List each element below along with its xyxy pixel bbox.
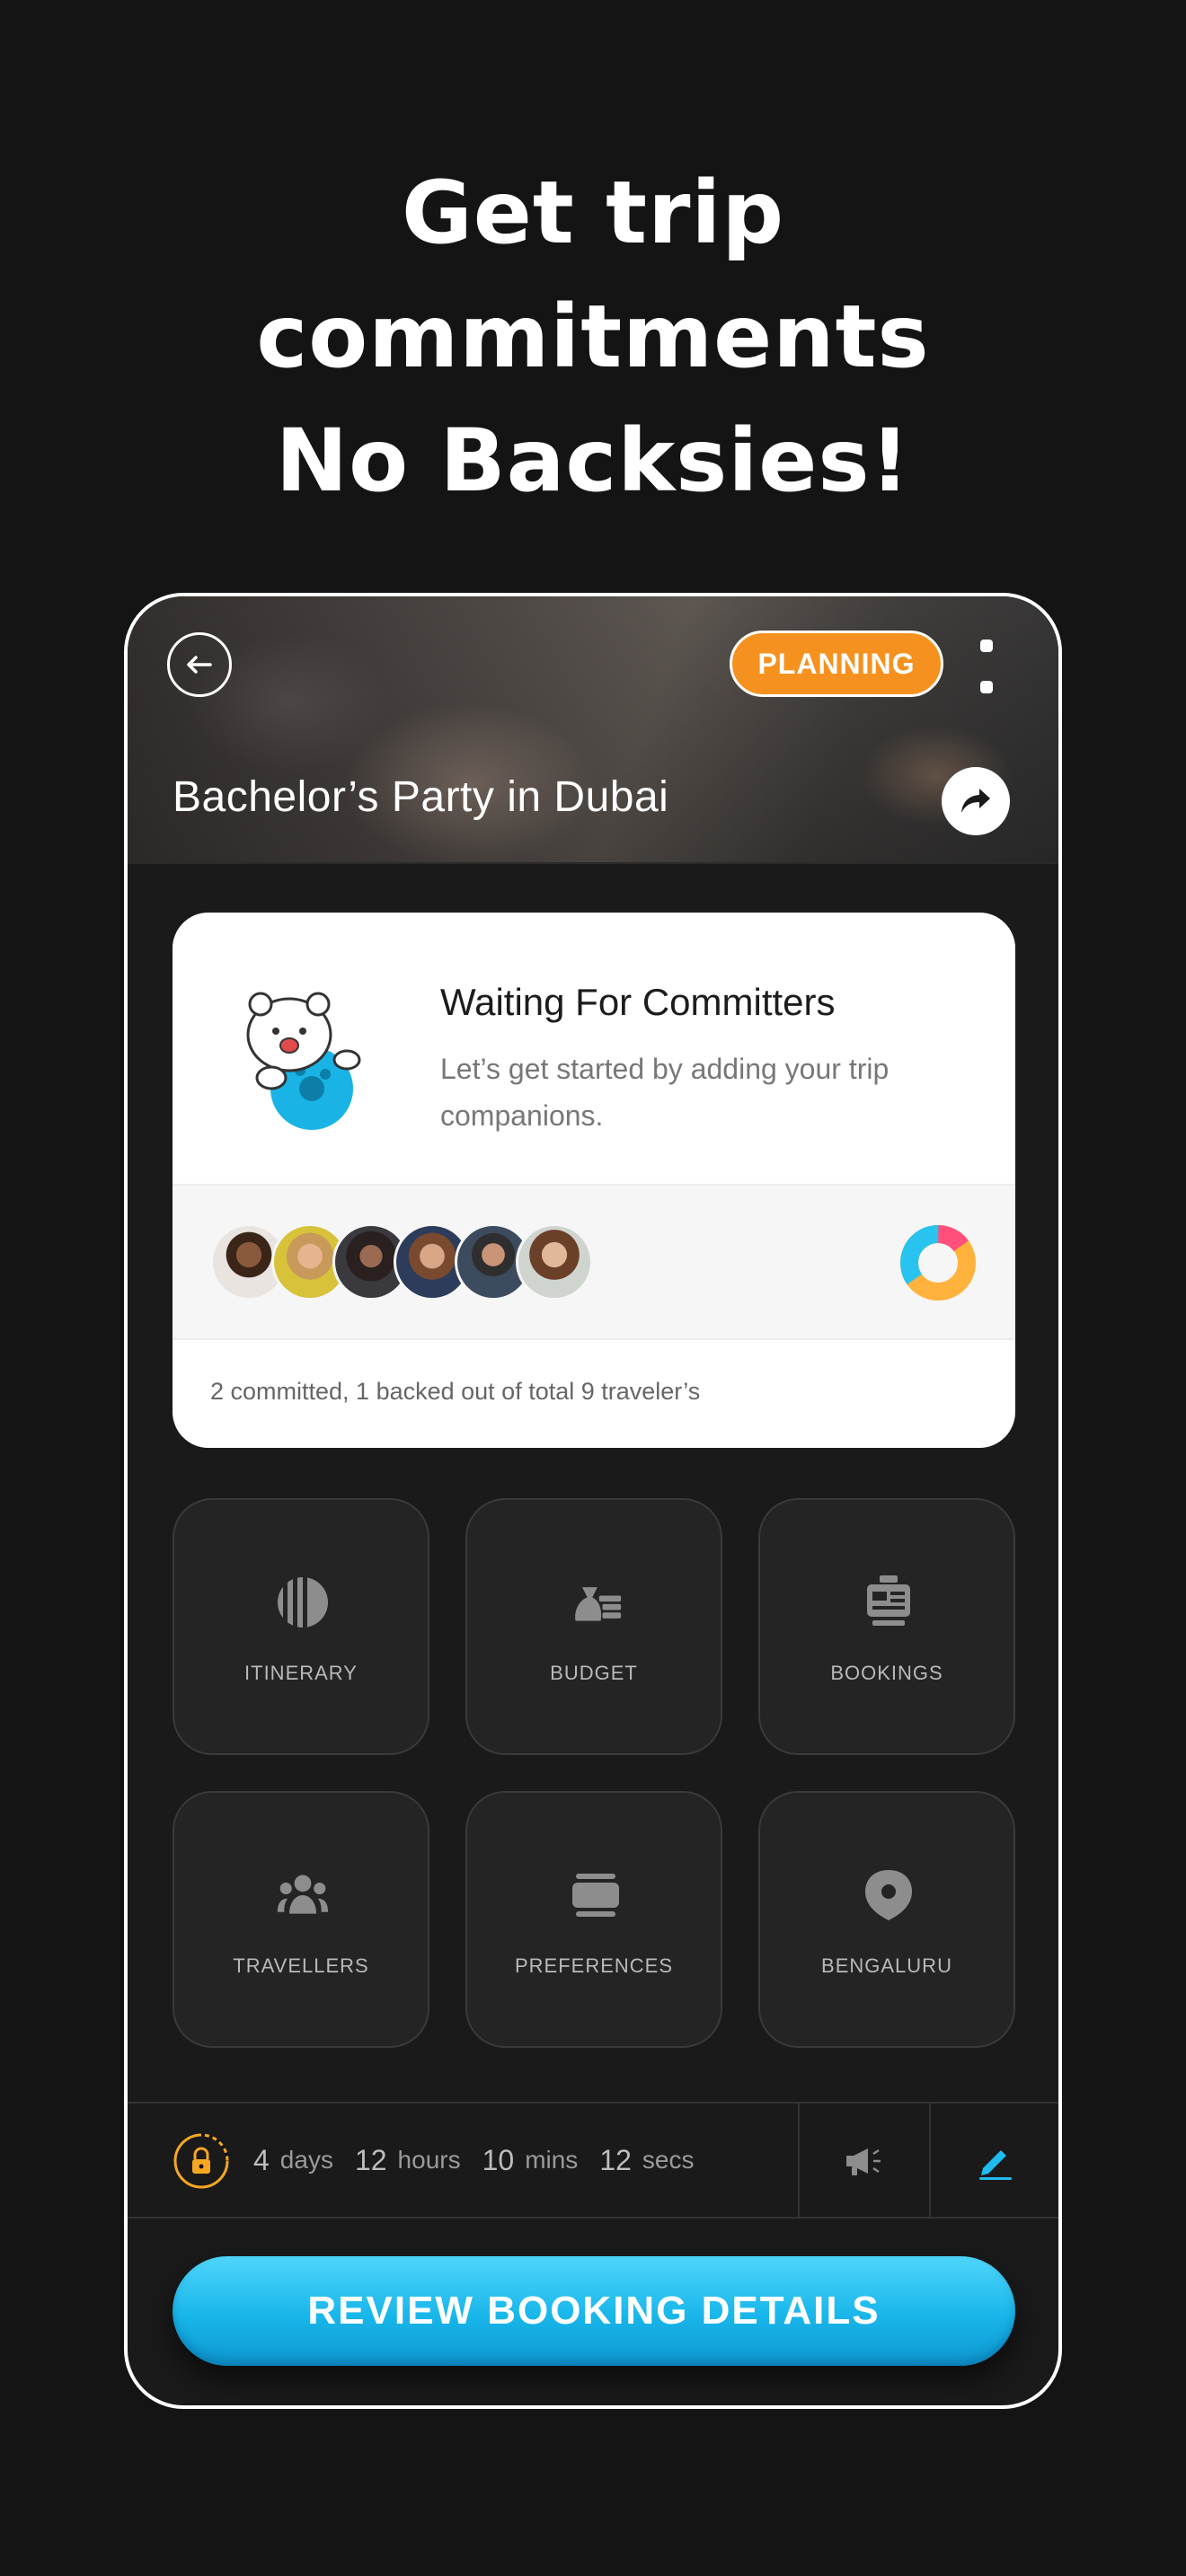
countdown-timer: 4 days 12 hours 10 mins 12 secs	[253, 2104, 715, 2217]
itinerary-icon	[276, 1575, 330, 1629]
status-badge: PLANNING	[730, 631, 943, 697]
share-icon	[961, 789, 990, 813]
share-button[interactable]	[942, 767, 1010, 835]
promo-headline: Get trip commitments No Backsies!	[0, 151, 1186, 523]
headline-line-2: commitments	[256, 287, 930, 387]
countdown-secs: 12	[599, 2143, 632, 2176]
countdown-bar: 4 days 12 hours 10 mins 12 secs	[128, 2102, 1058, 2219]
countdown-secs-label: secs	[642, 2146, 695, 2174]
commitment-summary: 2 committed, 1 backed out of total 9 tra…	[210, 1378, 701, 1405]
tile-label: PREFERENCES	[514, 1954, 674, 1977]
divider	[929, 2104, 931, 2217]
announce-button[interactable]	[837, 2136, 891, 2186]
tile-label: BOOKINGS	[830, 1662, 943, 1684]
card-title: Waiting For Committers	[440, 981, 836, 1023]
countdown-hours-label: hours	[397, 2146, 461, 2174]
countdown-mins: 10	[482, 2143, 515, 2176]
trip-header: PLANNING Bachelor’s Party in Dubai	[128, 596, 1058, 864]
location-icon	[862, 1868, 916, 1922]
preferences-icon	[569, 1868, 623, 1922]
megaphone-icon	[846, 2148, 881, 2175]
tile-label: BENGALURU	[821, 1954, 952, 1977]
review-booking-button[interactable]: REVIEW BOOKING DETAILS	[173, 2256, 1015, 2366]
countdown-days: 4	[253, 2143, 270, 2176]
travellers-row[interactable]	[173, 1186, 1015, 1340]
travellers-icon	[276, 1868, 330, 1922]
countdown-days-label: days	[279, 2146, 333, 2174]
countdown-mins-label: mins	[525, 2146, 579, 2174]
headline-line-3: No Backsies!	[275, 410, 911, 511]
avatar	[516, 1223, 593, 1301]
commitment-card-header: Waiting For Committers Let’s get started…	[173, 913, 1015, 1186]
bookings-icon	[862, 1575, 916, 1629]
budget-icon	[569, 1575, 623, 1629]
card-description: Let’s get started by adding your trip co…	[440, 1053, 890, 1132]
commitment-card: Waiting For Committers Let’s get started…	[173, 913, 1015, 1448]
commitment-donut-chart	[900, 1225, 976, 1301]
tile-travellers[interactable]: TRAVELLERS	[173, 1791, 429, 2048]
arrow-left-icon	[187, 656, 212, 674]
trip-title: Bachelor’s Party in Dubai	[173, 773, 669, 821]
tile-label: ITINERARY	[244, 1662, 358, 1684]
phone-frame: PLANNING Bachelor’s Party in Dubai Waiti…	[124, 593, 1062, 2409]
divider	[798, 2104, 800, 2217]
edit-button[interactable]	[969, 2134, 1022, 2188]
headline-line-1: Get trip	[401, 163, 785, 263]
tile-label: TRAVELLERS	[233, 1954, 369, 1977]
pencil-icon	[979, 2150, 1012, 2180]
tile-location[interactable]: BENGALURU	[758, 1791, 1015, 2048]
back-button[interactable]	[167, 632, 232, 697]
lock-icon	[173, 2133, 229, 2189]
bear-mascot-icon	[246, 992, 361, 1130]
tile-label: BUDGET	[550, 1662, 638, 1684]
more-options-icon[interactable]	[976, 640, 997, 693]
countdown-hours: 12	[354, 2143, 387, 2176]
tile-bookings[interactable]: BOOKINGS	[758, 1498, 1015, 1755]
tile-budget[interactable]: BUDGET	[465, 1498, 722, 1755]
tile-itinerary[interactable]: ITINERARY	[173, 1498, 429, 1755]
tile-preferences[interactable]: PREFERENCES	[465, 1791, 722, 2048]
avatar-stack[interactable]	[210, 1223, 593, 1301]
